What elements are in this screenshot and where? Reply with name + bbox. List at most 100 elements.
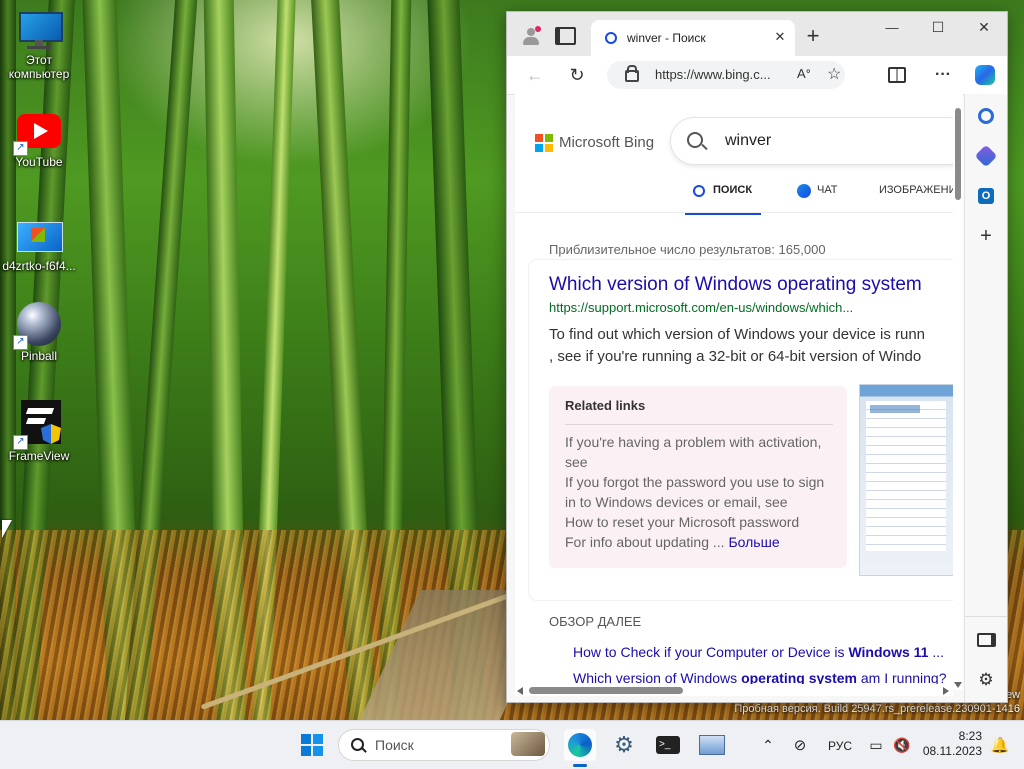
sidebar-search-button[interactable] [972, 102, 1000, 130]
volume-button[interactable]: 🔇 [886, 729, 918, 761]
tab-search[interactable]: ПОИСК [685, 174, 761, 215]
tab-label: ПОИСК [713, 184, 753, 196]
start-button[interactable] [296, 729, 328, 761]
copilot-button[interactable] [971, 61, 999, 89]
clock[interactable]: 8:23 08.11.2023 [918, 729, 982, 759]
edge-icon [568, 733, 592, 757]
related-item[interactable]: If you're having a problem with activati… [565, 434, 821, 450]
monitor-icon: ▭ [869, 736, 883, 753]
bing-results-page: Microsoft Bing winver ПОИСК ЧАТ ИЗОБРАЖЕ… [515, 94, 953, 690]
pinball-icon: ↗ [13, 302, 63, 350]
image-file-icon [15, 216, 63, 256]
taskbar-terminal-button[interactable]: >_ [652, 729, 684, 761]
link-bold-text: Windows 11 [848, 644, 929, 660]
close-window-button[interactable]: ✕ [961, 12, 1007, 42]
vertical-tabs-button[interactable] [551, 22, 579, 50]
desktop-icon-label: d4zrtko-f6f4... [2, 259, 76, 273]
tab-images[interactable]: ИЗОБРАЖЕНИ [871, 174, 953, 212]
related-item[interactable]: For info about updating ... [565, 534, 725, 550]
scroll-down-arrow-icon[interactable] [954, 682, 962, 688]
desktop-icon-this-pc[interactable]: Этот компьютер [1, 10, 77, 81]
result-url[interactable]: https://support.microsoft.com/en-us/wind… [549, 300, 853, 315]
chat-bubble-icon [797, 184, 811, 198]
refresh-icon: ↻ [569, 64, 585, 85]
back-arrow-icon: ← [526, 64, 544, 85]
bell-icon: 🔔 [990, 737, 1010, 754]
vertical-scrollbar[interactable] [953, 94, 963, 690]
search-icon [693, 185, 705, 197]
refresh-button[interactable]: ↻ [563, 61, 591, 89]
more-section-heading: ОБЗОР ДАЛЕЕ [549, 614, 642, 629]
related-links-heading: Related links [565, 398, 646, 413]
desktop-icon-frameview[interactable]: ↗ FrameView [1, 400, 77, 463]
result-count: Приблизительное число результатов: 165,0… [549, 242, 826, 257]
show-hidden-icons-button[interactable]: ⌃ [752, 729, 784, 761]
computer-icon [15, 10, 63, 50]
related-item[interactable]: in to Windows devices or email, see [565, 494, 788, 510]
hide-sidebar-button[interactable] [972, 626, 1000, 654]
gear-icon: ⚙ [614, 732, 634, 757]
plus-icon: + [980, 224, 992, 247]
desktop-icon-pinball[interactable]: ↗ Pinball [1, 302, 77, 363]
related-item[interactable]: How to reset your Microsoft password [565, 514, 799, 530]
taskbar-performance-button[interactable] [696, 729, 728, 761]
bing-logo-text: Microsoft Bing [559, 134, 655, 151]
desktop-icon-youtube[interactable]: ↗ YouTube [1, 112, 77, 169]
minimize-button[interactable]: — [869, 12, 915, 42]
profile-button[interactable] [517, 22, 545, 50]
browser-titlebar: winver - Поиск ✕ + — ☐ ✕ [507, 12, 1007, 56]
edge-browser-window: winver - Поиск ✕ + — ☐ ✕ ← ↻ https://www… [506, 11, 1008, 703]
shortcut-arrow-icon: ↗ [13, 435, 28, 450]
search-icon [687, 132, 703, 148]
desktop-icon-label: YouTube [15, 155, 63, 169]
desktop-icon-label: Этот компьютер [8, 53, 70, 81]
new-tab-button[interactable]: + [799, 22, 827, 50]
related-item[interactable]: If you forgot the password you use to si… [565, 474, 824, 490]
network-status-button[interactable]: ⊘ [784, 729, 816, 761]
read-aloud-icon[interactable]: Aᐤ [797, 66, 811, 82]
taskbar-edge-button[interactable] [564, 729, 596, 767]
related-item[interactable]: see [565, 454, 588, 470]
scrollbar-thumb[interactable] [529, 687, 683, 694]
minimize-icon: — [885, 19, 899, 35]
language-indicator[interactable]: РУС [828, 739, 852, 753]
scroll-left-arrow-icon[interactable] [517, 687, 523, 695]
shortcut-arrow-icon: ↗ [13, 141, 28, 156]
taskbar-search-box[interactable]: Поиск [338, 729, 550, 761]
performance-monitor-icon [699, 735, 725, 755]
scrollbar-thumb[interactable] [955, 108, 961, 200]
scroll-right-arrow-icon[interactable] [943, 687, 949, 695]
desktop-icon-image-file[interactable]: d4zrtko-f6f4... [1, 216, 77, 273]
sidebar-panel-icon [976, 633, 996, 647]
search-placeholder: Поиск [375, 737, 414, 753]
desktop-icon-label: Pinball [20, 349, 58, 363]
sidebar-outlook-button[interactable]: O [972, 182, 1000, 210]
split-screen-button[interactable] [883, 61, 911, 89]
settings-more-button[interactable]: ··· [929, 61, 957, 89]
more-link[interactable]: Больше [728, 534, 779, 550]
tab-chat[interactable]: ЧАТ [791, 174, 851, 212]
search-box[interactable]: winver [671, 118, 953, 164]
mouse-cursor-icon [2, 520, 12, 538]
close-tab-icon[interactable]: ✕ [771, 28, 789, 46]
sidebar-settings-button[interactable]: ⚙ [972, 666, 1000, 694]
edge-sidebar: O + ⚙ [964, 94, 1007, 702]
profile-avatar-icon [522, 26, 541, 45]
maximize-button[interactable]: ☐ [915, 12, 961, 42]
more-link-1[interactable]: How to Check if your Computer or Device … [573, 644, 944, 660]
tab-bing-search[interactable]: winver - Поиск ✕ [591, 20, 795, 56]
horizontal-scrollbar[interactable] [515, 684, 953, 696]
search-query: winver [725, 132, 772, 149]
notifications-button[interactable]: 🔔 [984, 729, 1016, 761]
favorite-star-icon[interactable]: ☆ [827, 64, 841, 84]
link-text: ... [928, 644, 945, 660]
related-links-box: Related links If you're having a problem… [549, 386, 847, 568]
taskbar-settings-button[interactable]: ⚙ [608, 729, 640, 761]
result-thumbnail-image[interactable] [859, 384, 953, 576]
more-dots-icon: ··· [935, 66, 951, 83]
back-button[interactable]: ← [521, 61, 549, 89]
address-bar[interactable]: https://www.bing.c... Aᐤ ☆ [607, 61, 845, 89]
result-title-link[interactable]: Which version of Windows operating syste… [549, 274, 922, 296]
sidebar-tools-button[interactable] [972, 142, 1000, 170]
sidebar-add-button[interactable]: + [972, 222, 1000, 250]
